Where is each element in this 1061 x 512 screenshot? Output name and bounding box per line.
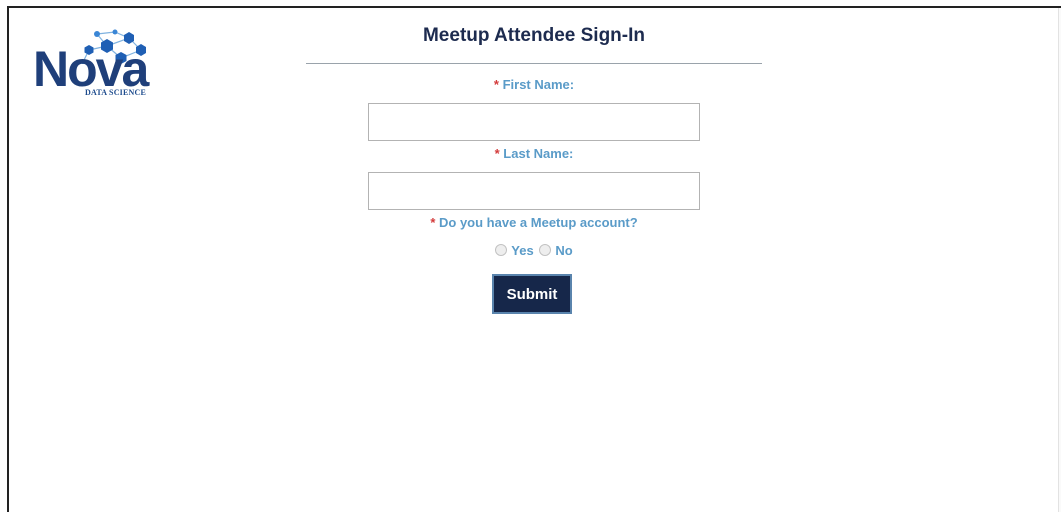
page-frame: Nova DATA SCIENCE Meetup Attendee Sign-I…: [7, 6, 1061, 512]
meetup-account-options: Yes No: [306, 243, 762, 258]
page-title: Meetup Attendee Sign-In: [422, 25, 646, 46]
meetup-account-question: * Do you have a Meetup account?: [306, 215, 762, 230]
last-name-label: * Last Name:: [306, 146, 762, 161]
required-asterisk: *: [430, 215, 436, 230]
radio-no-label: No: [555, 243, 573, 258]
last-name-label-text: Last Name:: [503, 146, 574, 161]
meetup-account-question-text: Do you have a Meetup account?: [439, 215, 638, 230]
first-name-label-text: First Name:: [502, 77, 575, 92]
radio-option-yes[interactable]: Yes: [495, 243, 534, 258]
required-asterisk: *: [494, 146, 500, 161]
nova-logo: Nova DATA SCIENCE: [23, 22, 173, 100]
last-name-input[interactable]: [368, 172, 700, 210]
first-name-label: * First Name:: [306, 77, 762, 92]
title-divider: [306, 63, 762, 64]
radio-yes[interactable]: [495, 244, 508, 256]
submit-button[interactable]: Submit: [492, 274, 572, 314]
first-name-input[interactable]: [368, 103, 700, 141]
radio-option-no[interactable]: No: [539, 243, 573, 258]
radio-yes-label: Yes: [511, 243, 534, 258]
required-asterisk: *: [493, 77, 499, 92]
logo-wordmark: Nova: [33, 41, 149, 97]
radio-no[interactable]: [539, 244, 552, 256]
logo-subtitle: DATA SCIENCE: [85, 88, 147, 97]
